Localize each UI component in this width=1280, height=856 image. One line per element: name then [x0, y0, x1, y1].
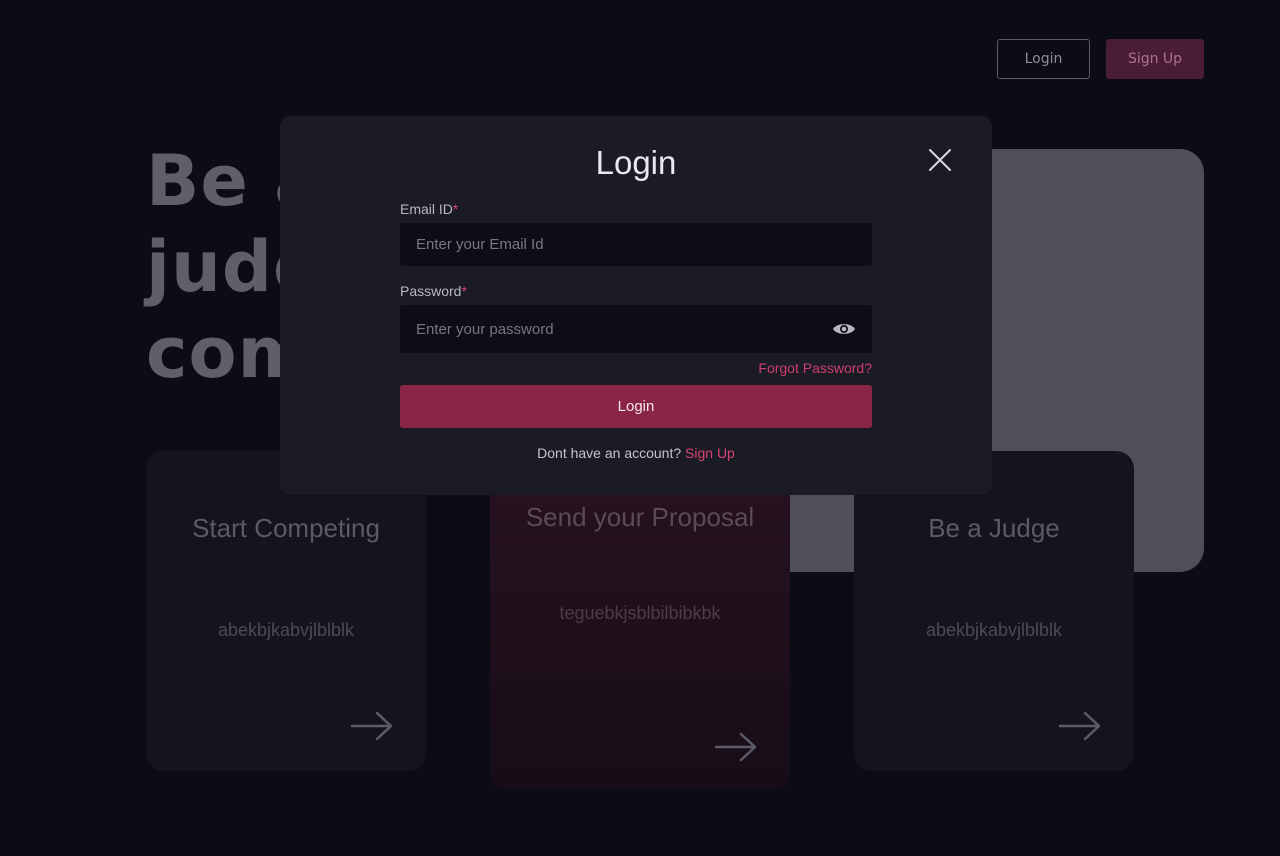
- arrow-right-icon[interactable]: [714, 732, 758, 762]
- login-button[interactable]: Login: [400, 385, 872, 428]
- forgot-password-link[interactable]: Forgot Password?: [758, 360, 872, 376]
- nav-signup-button[interactable]: Sign Up: [1106, 39, 1204, 79]
- login-modal: Login Email ID* Password* Forgot Passwor…: [280, 116, 992, 495]
- email-label-text: Email ID: [400, 201, 453, 217]
- password-label-text: Password: [400, 283, 462, 299]
- modal-title: Login: [595, 144, 677, 181]
- email-field[interactable]: [400, 223, 872, 266]
- card-title: Send your Proposal: [525, 502, 755, 532]
- signup-link[interactable]: Sign Up: [685, 445, 735, 461]
- card-title: Start Competing: [192, 513, 380, 543]
- required-mark: *: [452, 201, 459, 217]
- card-be-a-judge[interactable]: Be a Judge abekbjkabvjlblblk: [854, 451, 1134, 771]
- eye-icon[interactable]: [832, 321, 856, 337]
- top-nav: Login Sign Up: [997, 39, 1204, 79]
- password-field[interactable]: [400, 305, 872, 353]
- required-mark: *: [461, 283, 467, 299]
- close-icon[interactable]: [928, 148, 952, 172]
- arrow-right-icon[interactable]: [1058, 711, 1102, 741]
- card-text: abekbjkabvjlblblk: [217, 620, 355, 640]
- email-label: Email ID*: [400, 201, 458, 217]
- card-title: Be a Judge: [928, 513, 1060, 543]
- signup-prompt: Dont have an account?: [537, 445, 682, 461]
- signup-row: Dont have an account? Sign Up: [280, 445, 992, 461]
- card-text: abekbjkabvjlblblk: [925, 620, 1063, 640]
- nav-login-button[interactable]: Login: [997, 39, 1090, 79]
- arrow-right-icon[interactable]: [350, 711, 394, 741]
- card-start-competing[interactable]: Start Competing abekbjkabvjlblblk: [146, 451, 426, 771]
- card-send-proposal[interactable]: Send your Proposal teguebkjsblbilbibkbk: [490, 470, 790, 790]
- card-text: teguebkjsblbilbibkbk: [559, 603, 721, 623]
- password-label: Password*: [400, 283, 467, 299]
